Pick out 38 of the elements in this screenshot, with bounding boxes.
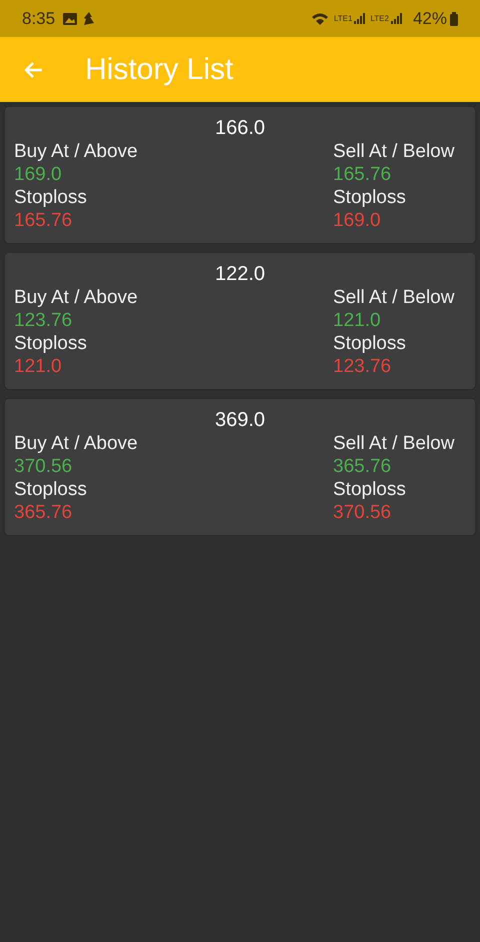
sell-label: Sell At / Below [333, 286, 454, 309]
signal-icon [390, 13, 403, 24]
stoploss-label: Stoploss [333, 332, 406, 355]
battery-level: 42% [412, 8, 447, 30]
stoploss-price: 121.0 [14, 355, 62, 378]
buy-price: 169.0 [14, 163, 62, 186]
buy-label: Buy At / Above [14, 432, 138, 455]
buy-price: 123.76 [14, 309, 72, 332]
stoploss-price: 123.76 [333, 355, 392, 378]
stoploss-label: Stoploss [14, 186, 87, 209]
stoploss-label: Stoploss [333, 186, 406, 209]
stoploss-label: Stoploss [14, 478, 87, 501]
sell-price: 365.76 [333, 455, 392, 478]
signal-icon [354, 13, 366, 24]
stoploss-price: 370.56 [333, 501, 392, 524]
price-value: 122.0 [214, 262, 266, 286]
stoploss-price: 169.0 [333, 209, 381, 232]
price-value: 166.0 [214, 116, 266, 140]
stoploss-label: Stoploss [333, 478, 406, 501]
sell-price: 121.0 [333, 309, 381, 332]
sell-label: Sell At / Below [333, 140, 454, 163]
buy-label: Buy At / Above [14, 140, 138, 163]
price-value: 369.0 [214, 408, 266, 432]
stoploss-price: 165.76 [14, 209, 72, 232]
stoploss-label: Stoploss [14, 332, 87, 355]
sim-label: LTE1 [334, 14, 352, 22]
sim-label: LTE2 [370, 14, 389, 22]
buy-label: Buy At / Above [14, 286, 138, 309]
back-arrow-icon [23, 60, 43, 78]
sell-price: 165.76 [333, 163, 392, 186]
buy-price: 370.56 [14, 455, 72, 478]
battery-icon [450, 12, 458, 26]
status-time: 8:35 [22, 8, 56, 30]
screen-title: History List [85, 52, 234, 88]
sell-label: Sell At / Below [333, 432, 454, 455]
stoploss-price: 365.76 [14, 501, 72, 524]
image-icon [63, 12, 78, 24]
wifi-icon [310, 12, 329, 26]
